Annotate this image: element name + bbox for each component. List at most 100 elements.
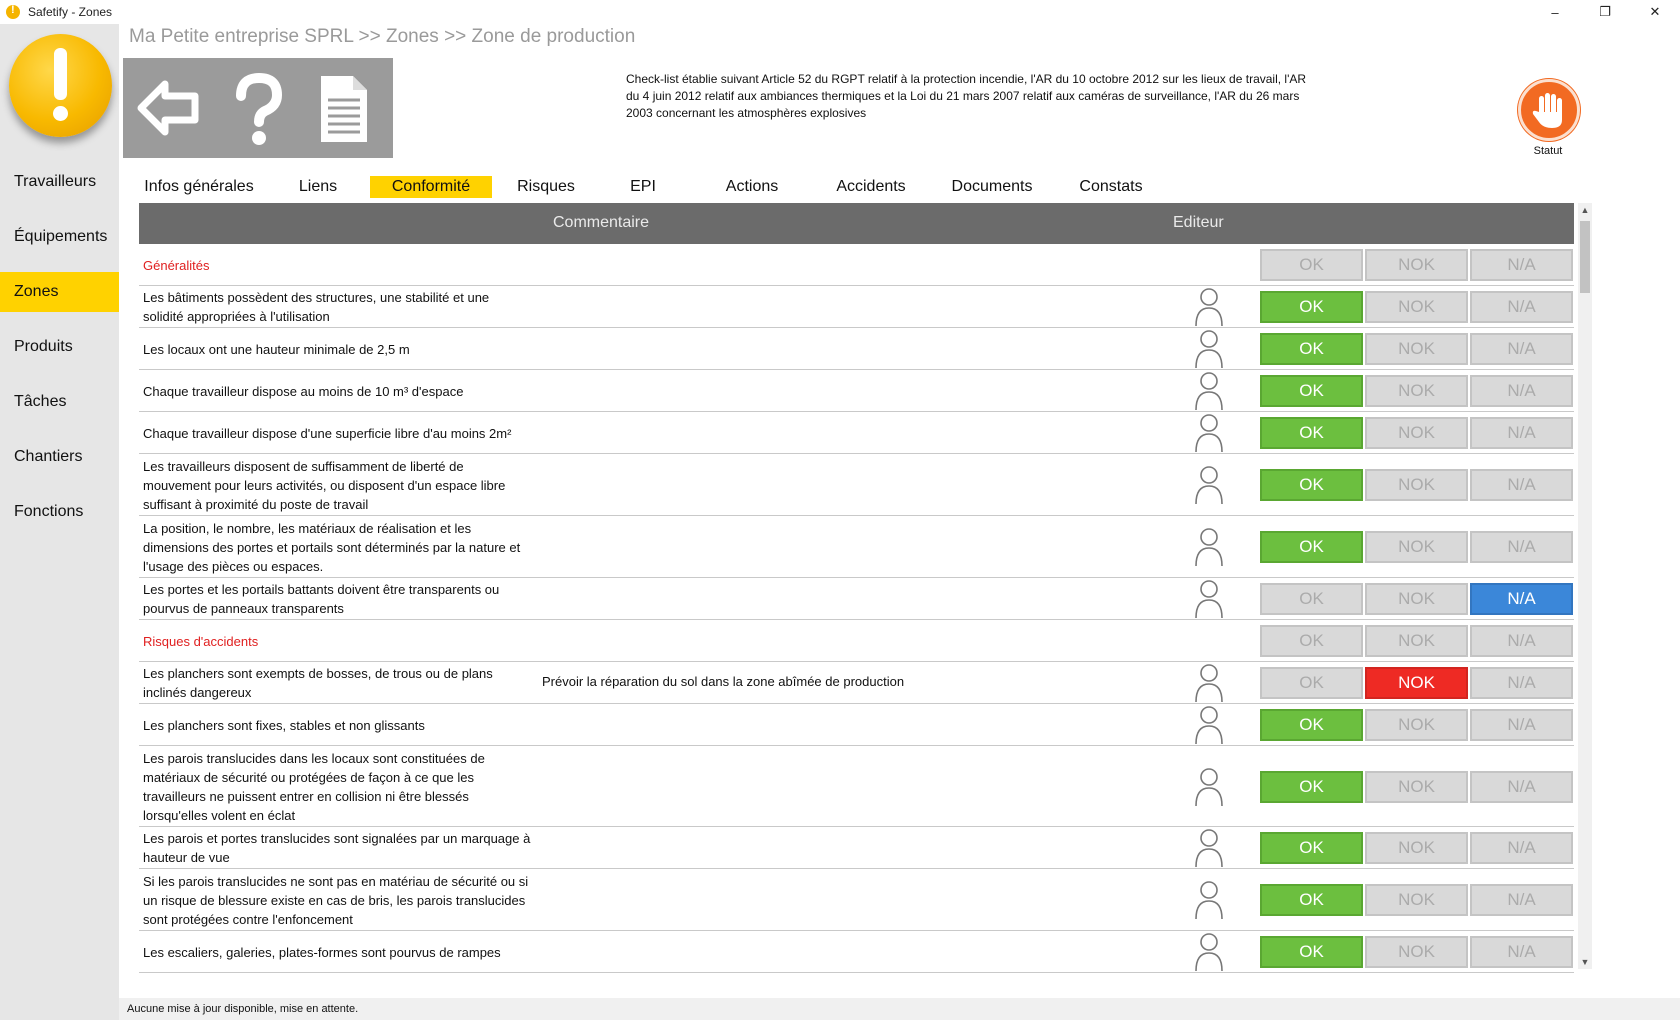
nok-button[interactable]: NOK [1365,249,1468,281]
back-button[interactable] [127,66,211,150]
editor-person-icon[interactable] [1194,827,1224,869]
scroll-thumb[interactable] [1580,221,1590,293]
ok-button[interactable]: OK [1260,583,1363,615]
report-button[interactable] [301,66,385,150]
na-button[interactable]: N/A [1470,936,1573,968]
app-logo-icon [6,4,20,19]
ok-button[interactable]: OK [1260,625,1363,657]
nok-button[interactable]: NOK [1365,936,1468,968]
question-text: Les planchers sont fixes, stables et non… [143,717,425,733]
sidebar-item-1[interactable]: Équipements [0,217,119,257]
back-arrow-icon [137,80,199,136]
sidebar-item-4[interactable]: Tâches [0,382,119,422]
na-button[interactable]: N/A [1470,583,1573,615]
na-button[interactable]: N/A [1470,770,1573,803]
sidebar-item-6[interactable]: Fonctions [0,492,119,532]
tab-1[interactable]: Liens [289,176,347,198]
table-row: Les bâtiments possèdent des structures, … [139,286,1574,328]
tab-7[interactable]: Documents [941,176,1043,198]
tab-8[interactable]: Constats [1065,176,1157,198]
nok-button[interactable]: NOK [1365,375,1468,407]
ok-button[interactable]: OK [1260,832,1363,864]
close-icon[interactable]: ✕ [1630,0,1680,24]
nok-button[interactable]: NOK [1365,667,1468,699]
editor-person-icon[interactable] [1194,578,1224,620]
question-text: Chaque travailleur dispose au moins de 1… [143,383,464,399]
na-button[interactable]: N/A [1470,709,1573,741]
help-button[interactable] [217,66,301,150]
tab-3[interactable]: Risques [511,176,581,198]
minimize-icon[interactable]: – [1530,0,1580,24]
question-text: Les planchers sont exempts de bosses, de… [143,666,493,700]
vertical-scrollbar[interactable]: ▲ ▼ [1578,203,1592,969]
na-button[interactable]: N/A [1470,531,1573,563]
ok-button[interactable]: OK [1260,417,1363,449]
ok-button[interactable]: OK [1260,770,1363,803]
nok-button[interactable]: NOK [1365,884,1468,916]
editor-person-icon[interactable] [1194,526,1224,568]
ok-button[interactable]: OK [1260,333,1363,365]
sidebar-item-3[interactable]: Produits [0,327,119,367]
editor-person-icon[interactable] [1194,464,1224,506]
restore-icon[interactable]: ❐ [1580,0,1630,24]
ok-button[interactable]: OK [1260,936,1363,968]
nok-button[interactable]: NOK [1365,531,1468,563]
na-button[interactable]: N/A [1470,884,1573,916]
editor-person-icon[interactable] [1194,370,1224,412]
editor-person-icon[interactable] [1194,328,1224,370]
na-button[interactable]: N/A [1470,417,1573,449]
status-bar: Aucune mise à jour disponible, mise en a… [119,998,1680,1020]
table-row: Les locaux ont une hauteur minimale de 2… [139,328,1574,370]
na-button[interactable]: N/A [1470,333,1573,365]
ok-button[interactable]: OK [1260,667,1363,699]
editor-person-icon[interactable] [1194,704,1224,746]
sidebar: Travailleurs Équipements Zones Produits Tâch… [0,24,119,1020]
sidebar-item-5[interactable]: Chantiers [0,437,119,477]
ok-button[interactable]: OK [1260,469,1363,501]
document-icon [321,76,367,142]
scroll-down-icon[interactable]: ▼ [1578,955,1592,969]
nok-button[interactable]: NOK [1365,832,1468,864]
na-button[interactable]: N/A [1470,832,1573,864]
tab-5[interactable]: Actions [712,176,792,198]
na-button[interactable]: N/A [1470,469,1573,501]
tab-6[interactable]: Accidents [824,176,918,198]
sidebar-item-2[interactable]: Zones [0,272,119,312]
question-text: La position, le nombre, les matériaux de… [143,520,521,574]
editor-person-icon[interactable] [1194,879,1224,921]
status-button[interactable] [1518,79,1580,141]
na-button[interactable]: N/A [1470,625,1573,657]
ok-button[interactable]: OK [1260,531,1363,563]
nok-button[interactable]: NOK [1365,469,1468,501]
nok-button[interactable]: NOK [1365,583,1468,615]
nok-button[interactable]: NOK [1365,333,1468,365]
editor-person-icon[interactable] [1194,412,1224,454]
tab-4[interactable]: EPI [611,176,675,198]
scroll-up-icon[interactable]: ▲ [1578,203,1592,217]
na-button[interactable]: N/A [1470,291,1573,323]
tab-2[interactable]: Conformité [370,176,492,198]
ok-button[interactable]: OK [1260,375,1363,407]
nok-button[interactable]: NOK [1365,417,1468,449]
ok-button[interactable]: OK [1260,709,1363,741]
editor-person-icon[interactable] [1194,766,1224,808]
nok-button[interactable]: NOK [1365,709,1468,741]
na-button[interactable]: N/A [1470,667,1573,699]
sidebar-item-0[interactable]: Travailleurs [0,162,119,202]
ok-button[interactable]: OK [1260,884,1363,916]
ok-button[interactable]: OK [1260,249,1363,281]
editor-person-icon[interactable] [1194,662,1224,704]
ok-button[interactable]: OK [1260,291,1363,323]
editor-person-icon[interactable] [1194,286,1224,328]
tab-0[interactable]: Infos générales [143,176,255,198]
table-row: Les parois translucides dans les locaux … [139,746,1574,827]
window-controls: – ❐ ✕ [1530,0,1680,24]
nok-button[interactable]: NOK [1365,625,1468,657]
na-button[interactable]: N/A [1470,249,1573,281]
comment-text[interactable]: Prévoir la réparation du sol dans la zon… [542,674,904,689]
na-button[interactable]: N/A [1470,375,1573,407]
section-title: Risques d'accidents [143,633,259,649]
nok-button[interactable]: NOK [1365,770,1468,803]
nok-button[interactable]: NOK [1365,291,1468,323]
editor-person-icon[interactable] [1194,931,1224,973]
